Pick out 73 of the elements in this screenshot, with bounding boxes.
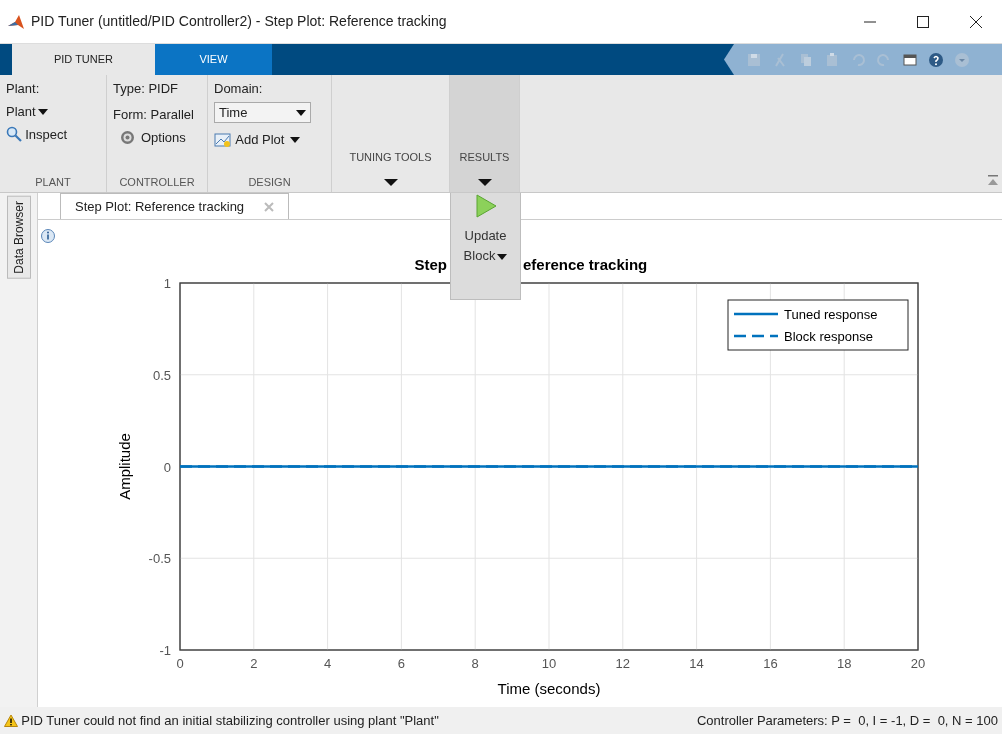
- add-plot-button[interactable]: Add Plot: [214, 129, 325, 150]
- plant-label: Plant:: [6, 80, 41, 98]
- ribbon-tab[interactable]: PID TUNER: [12, 44, 155, 75]
- magnifier-icon: [6, 126, 22, 143]
- ribbon-tab[interactable]: VIEW: [155, 44, 272, 75]
- paste-icon[interactable]: [824, 51, 840, 68]
- section-label: PLANT: [34, 174, 72, 190]
- inspect-button[interactable]: Inspect: [6, 124, 100, 144]
- maximize-icon[interactable]: [915, 14, 930, 29]
- tuning-tools-button[interactable]: TUNING TOOLS: [349, 149, 432, 186]
- status-message: PID Tuner could not find an initial stabilizing controller using plant "Plant": [21, 711, 439, 730]
- caret-icon: [37, 109, 48, 116]
- info-icon[interactable]: [41, 229, 55, 243]
- form-label: Form: Parallel: [113, 106, 195, 124]
- axis-tick-label: 10: [541, 656, 557, 671]
- section-label: DESIGN: [247, 174, 292, 190]
- controller-parameters: Controller Parameters: P = 0, I = -1, D = 0, N = 100: [696, 711, 998, 730]
- warning-icon: [4, 714, 18, 727]
- axis-tick-label: -1: [159, 643, 171, 658]
- caret-icon: [289, 136, 300, 143]
- options-button[interactable]: Options: [113, 127, 201, 148]
- collapse-icon[interactable]: [987, 174, 999, 186]
- axis-tick-label: 1: [163, 276, 171, 291]
- cut-icon[interactable]: [772, 51, 788, 68]
- caret-icon: [497, 253, 508, 260]
- axis-tick-label: 8: [471, 656, 479, 671]
- dropdown-icon[interactable]: [954, 51, 970, 68]
- axis-tick-label: 14: [689, 656, 704, 671]
- section-label: CONTROLLER: [118, 174, 196, 190]
- caret-icon: [384, 178, 399, 186]
- play-icon[interactable]: [473, 193, 498, 219]
- document-tab[interactable]: Step Plot: Reference tracking: [60, 193, 289, 219]
- results-button[interactable]: RESULTS: [459, 149, 510, 186]
- help-icon[interactable]: [928, 51, 944, 68]
- select-value: Time: [219, 103, 248, 122]
- axis-tick-label: 20: [910, 656, 926, 671]
- axis-label: Amplitude: [116, 433, 133, 500]
- chart-title: eference tracking: [523, 256, 648, 273]
- domain-select[interactable]: Time: [214, 101, 311, 124]
- axis-tick-label: 12: [615, 656, 631, 671]
- window-icon[interactable]: [902, 51, 918, 68]
- side-tab[interactable]: Data Browser: [6, 196, 31, 279]
- legend-line-icon: [734, 334, 778, 338]
- caret-icon: [478, 178, 493, 186]
- menu-item[interactable]: Update Block: [455, 225, 516, 268]
- axis-tick-label: 2: [250, 656, 258, 671]
- legend-label: Block response: [784, 329, 873, 344]
- caret-icon: [296, 109, 306, 116]
- undo-icon[interactable]: [850, 51, 866, 68]
- tab-label: Step Plot: Reference tracking: [75, 197, 245, 216]
- axis-tick-label: 6: [397, 656, 405, 671]
- redo-icon[interactable]: [876, 51, 892, 68]
- axis-tick-label: -0.5: [148, 551, 171, 567]
- chart-title: Step: [414, 256, 447, 273]
- chart-icon: [214, 131, 232, 148]
- axis-label: Time (seconds): [497, 680, 601, 697]
- save-icon[interactable]: [746, 51, 762, 68]
- close-icon[interactable]: [968, 14, 983, 29]
- axis-tick-label: 0: [163, 459, 171, 475]
- axis-tick-label: 0.5: [152, 367, 171, 383]
- copy-icon[interactable]: [798, 51, 814, 68]
- domain-label: Domain:: [214, 80, 264, 98]
- gear-icon: [119, 130, 135, 145]
- axis-tick-label: 4: [324, 656, 332, 671]
- axis-tick-label: 18: [836, 656, 852, 671]
- legend-label: Tuned response: [784, 307, 878, 322]
- window-title: PID Tuner (untitled/PID Controller2) - Step Plot: Reference tracking: [31, 12, 447, 31]
- plant-dropdown[interactable]: Plant: [6, 101, 100, 122]
- legend-line-icon: [734, 312, 778, 316]
- type-label: Type: PIDF: [113, 80, 180, 98]
- axis-tick-label: 16: [763, 656, 778, 671]
- axis-tick-label: 0: [176, 656, 184, 671]
- matlab-logo-icon: [6, 13, 25, 30]
